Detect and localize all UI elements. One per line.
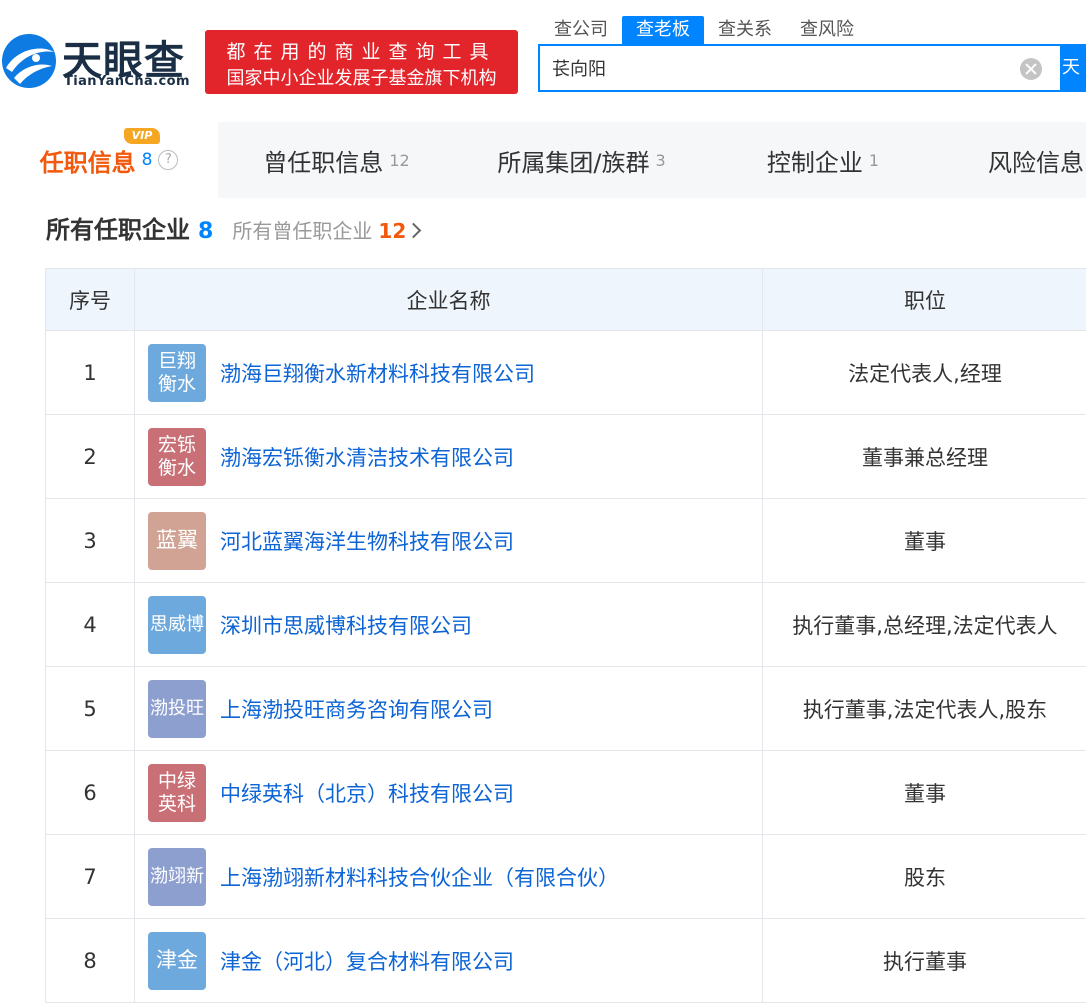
company-avatar[interactable]: 巨翔衡水 — [148, 343, 206, 402]
column-header-seq: 序号 — [69, 288, 111, 313]
row-seq: 4 — [83, 612, 97, 637]
row-company-cell: 思威博 深圳市思威博科技有限公司 — [134, 583, 762, 666]
company-name-link[interactable]: 上海渤投旺商务咨询有限公司 — [220, 694, 493, 724]
company-avatar[interactable]: 蓝翼 — [148, 511, 206, 570]
section-title-count: 8 — [198, 219, 214, 244]
slogan-banner: 都在用的商业查询工具 国家中小企业发展子基金旗下机构 — [205, 30, 518, 94]
row-seq: 6 — [83, 780, 97, 805]
company-name-link[interactable]: 渤海宏铄衡水清洁技术有限公司 — [220, 442, 514, 472]
category-tab-count: 1 — [868, 150, 880, 170]
search-tab-2[interactable]: 查关系 — [704, 16, 786, 44]
row-company-cell: 中绿英科 中绿英科（北京）科技有限公司 — [134, 751, 762, 834]
search-button[interactable]: 天 — [1062, 44, 1086, 92]
search-tab-3[interactable]: 查风险 — [786, 16, 868, 44]
company-avatar[interactable]: 渤投旺 — [148, 679, 206, 738]
clear-icon[interactable] — [1020, 58, 1042, 80]
row-company-cell: 渤翊新 上海渤翊新材料科技合伙企业（有限合伙） — [134, 835, 762, 918]
search-input[interactable] — [552, 46, 1012, 90]
category-tab-2[interactable]: 所属集团/族群 3 — [455, 122, 708, 198]
category-tab-0[interactable]: 任职信息 8? VIP — [0, 122, 218, 198]
row-seq: 1 — [83, 360, 97, 385]
category-tab-3[interactable]: 控制企业 1 — [708, 122, 938, 198]
row-position: 执行董事,总经理,法定代表人 — [762, 583, 1086, 666]
table-header: 序号 企业名称 职位 — [46, 269, 1086, 331]
category-tab-bar: 任职信息 8? VIP 曾任职信息 12 所属集团/族群 3 控制企业 1 风险信息 — [0, 122, 1086, 198]
former-positions-link[interactable]: 所有曾任职企业 12 — [218, 219, 422, 243]
row-seq: 2 — [83, 444, 97, 469]
row-seq: 7 — [83, 864, 97, 889]
slogan-line-1: 都在用的商业查询工具 — [226, 41, 497, 63]
category-tab-label: 所属集团/族群 — [497, 148, 650, 177]
row-seq: 5 — [83, 696, 97, 721]
help-icon[interactable]: ? — [158, 150, 179, 170]
search-tab-0[interactable]: 查公司 — [540, 16, 622, 44]
search-box — [538, 44, 1062, 92]
company-avatar[interactable]: 思威博 — [148, 595, 206, 654]
vip-badge: VIP — [124, 128, 160, 144]
table-row: 3 蓝翼 河北蓝翼海洋生物科技有限公司 董事 — [46, 499, 1086, 583]
company-name-link[interactable]: 河北蓝翼海洋生物科技有限公司 — [220, 526, 514, 556]
row-position: 法定代表人,经理 — [762, 331, 1086, 414]
table-row: 8 津金 津金（河北）复合材料有限公司 执行董事 — [46, 919, 1086, 1003]
category-tab-label: 风险信息 — [988, 148, 1084, 177]
row-company-cell: 蓝翼 河北蓝翼海洋生物科技有限公司 — [134, 499, 762, 582]
former-positions-link-label: 所有曾任职企业 — [232, 219, 373, 243]
category-tab-1[interactable]: 曾任职信息 12 — [218, 122, 455, 198]
table-row: 5 渤投旺 上海渤投旺商务咨询有限公司 执行董事,法定代表人,股东 — [46, 667, 1086, 751]
row-company-cell: 渤投旺 上海渤投旺商务咨询有限公司 — [134, 667, 762, 750]
row-position: 董事 — [762, 751, 1086, 834]
slogan-line-2: 国家中小企业发展子基金旗下机构 — [226, 68, 497, 89]
section-title: 所有任职企业 8 所有曾任职企业 12 — [46, 214, 422, 246]
row-position: 董事兼总经理 — [762, 415, 1086, 498]
site-header: 天眼查 TianYanCha.com 都在用的商业查询工具 国家中小企业发展子基… — [0, 0, 1086, 120]
table-row: 1 巨翔衡水 渤海巨翔衡水新材料科技有限公司 法定代表人,经理 — [46, 331, 1086, 415]
tianyancha-logo[interactable]: 天眼查 TianYanCha.com — [0, 26, 200, 96]
table-body: 1 巨翔衡水 渤海巨翔衡水新材料科技有限公司 法定代表人,经理 2 宏铄衡水 渤海宏铄衡水清… — [46, 331, 1086, 1003]
column-header-company: 企业名称 — [134, 269, 762, 330]
row-position: 执行董事,法定代表人,股东 — [762, 667, 1086, 750]
row-seq: 3 — [83, 528, 97, 553]
row-company-cell: 宏铄衡水 渤海宏铄衡水清洁技术有限公司 — [134, 415, 762, 498]
column-header-position: 职位 — [762, 269, 1086, 330]
eye-logo-icon — [2, 34, 56, 88]
search-type-tabs: 查公司 查老板 查关系 查风险 — [540, 16, 868, 44]
company-name-link[interactable]: 中绿英科（北京）科技有限公司 — [220, 778, 514, 808]
category-tab-4[interactable]: 风险信息 — [938, 122, 1086, 198]
row-company-cell: 巨翔衡水 渤海巨翔衡水新材料科技有限公司 — [134, 331, 762, 414]
category-tab-count: 3 — [655, 150, 666, 170]
company-name-link[interactable]: 上海渤翊新材料科技合伙企业（有限合伙） — [220, 862, 619, 892]
table-row: 7 渤翊新 上海渤翊新材料科技合伙企业（有限合伙） 股东 — [46, 835, 1086, 919]
category-tab-label: 曾任职信息 — [263, 148, 384, 177]
chevron-right-icon — [405, 222, 422, 239]
table-row: 4 思威博 深圳市思威博科技有限公司 执行董事,总经理,法定代表人 — [46, 583, 1086, 667]
company-avatar[interactable]: 宏铄衡水 — [148, 427, 206, 486]
category-tab-label: 任职信息 — [39, 148, 136, 177]
row-position: 董事 — [762, 499, 1086, 582]
search-tab-1[interactable]: 查老板 — [622, 16, 704, 44]
company-name-link[interactable]: 深圳市思威博科技有限公司 — [220, 610, 472, 640]
section-title-label: 所有任职企业 — [46, 216, 190, 244]
company-name-link[interactable]: 渤海巨翔衡水新材料科技有限公司 — [220, 358, 535, 388]
former-positions-link-count: 12 — [378, 219, 407, 243]
category-tab-label: 控制企业 — [766, 148, 863, 177]
company-name-link[interactable]: 津金（河北）复合材料有限公司 — [220, 946, 514, 976]
positions-table: 序号 企业名称 职位 1 巨翔衡水 渤海巨翔衡水新材料科技有限公司 法定代表人,经理 2… — [45, 268, 1086, 1003]
company-avatar[interactable]: 津金 — [148, 931, 206, 990]
company-avatar[interactable]: 渤翊新 — [148, 847, 206, 906]
table-row: 6 中绿英科 中绿英科（北京）科技有限公司 董事 — [46, 751, 1086, 835]
table-row: 2 宏铄衡水 渤海宏铄衡水清洁技术有限公司 董事兼总经理 — [46, 415, 1086, 499]
category-tab-count: 8 — [141, 150, 153, 170]
category-tab-count: 12 — [389, 150, 410, 170]
company-avatar[interactable]: 中绿英科 — [148, 763, 206, 822]
logo-text-en: TianYanCha.com — [64, 74, 190, 89]
row-position: 股东 — [762, 835, 1086, 918]
